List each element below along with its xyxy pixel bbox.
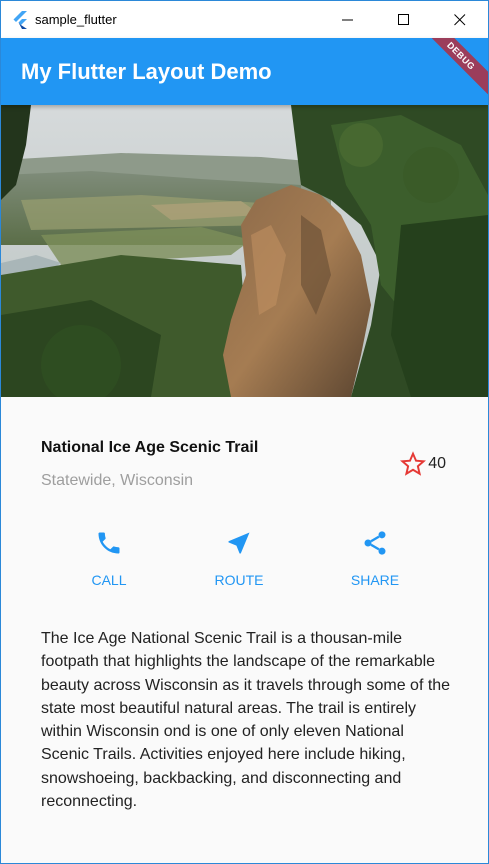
- app-window: sample_flutter My Flutter Layout Demo DE…: [0, 0, 489, 864]
- call-button[interactable]: CALL: [64, 529, 154, 588]
- share-label: SHARE: [350, 572, 400, 588]
- hero-image: [1, 105, 488, 397]
- window-titlebar[interactable]: sample_flutter: [1, 1, 488, 38]
- trail-description: The Ice Age National Scenic Trail is a t…: [41, 630, 451, 811]
- rating[interactable]: 40: [400, 451, 446, 477]
- action-buttons: CALL ROUTE SHARE: [1, 529, 488, 589]
- minimize-button[interactable]: [320, 1, 376, 38]
- call-icon: [98, 532, 120, 554]
- share-icon: [364, 531, 386, 555]
- window-title: sample_flutter: [35, 12, 117, 27]
- debug-banner: DEBUG: [416, 38, 488, 101]
- route-icon: [228, 532, 250, 554]
- app-bar-title: My Flutter Layout Demo: [21, 58, 272, 84]
- window-controls: [320, 1, 488, 38]
- minimize-icon: [342, 19, 353, 20]
- trail-location: Statewide, Wisconsin: [41, 472, 194, 489]
- route-label: ROUTE: [214, 572, 264, 588]
- lake-photo: [1, 105, 488, 397]
- rating-count: 40: [428, 455, 446, 472]
- call-label: CALL: [91, 572, 127, 588]
- close-button[interactable]: [432, 1, 488, 38]
- maximize-icon: [398, 13, 409, 25]
- trail-name: National Ice Age Scenic Trail: [41, 439, 259, 456]
- share-button[interactable]: SHARE: [330, 529, 420, 588]
- close-icon: [454, 13, 466, 25]
- trail-title-section: National Ice Age Scenic Trail Statewide,…: [41, 439, 451, 499]
- maximize-button[interactable]: [376, 1, 432, 38]
- route-button[interactable]: ROUTE: [194, 529, 284, 588]
- flutter-logo-icon: [13, 10, 27, 29]
- star-outline-icon[interactable]: [400, 451, 427, 477]
- app-bar: My Flutter Layout Demo DEBUG: [1, 38, 488, 105]
